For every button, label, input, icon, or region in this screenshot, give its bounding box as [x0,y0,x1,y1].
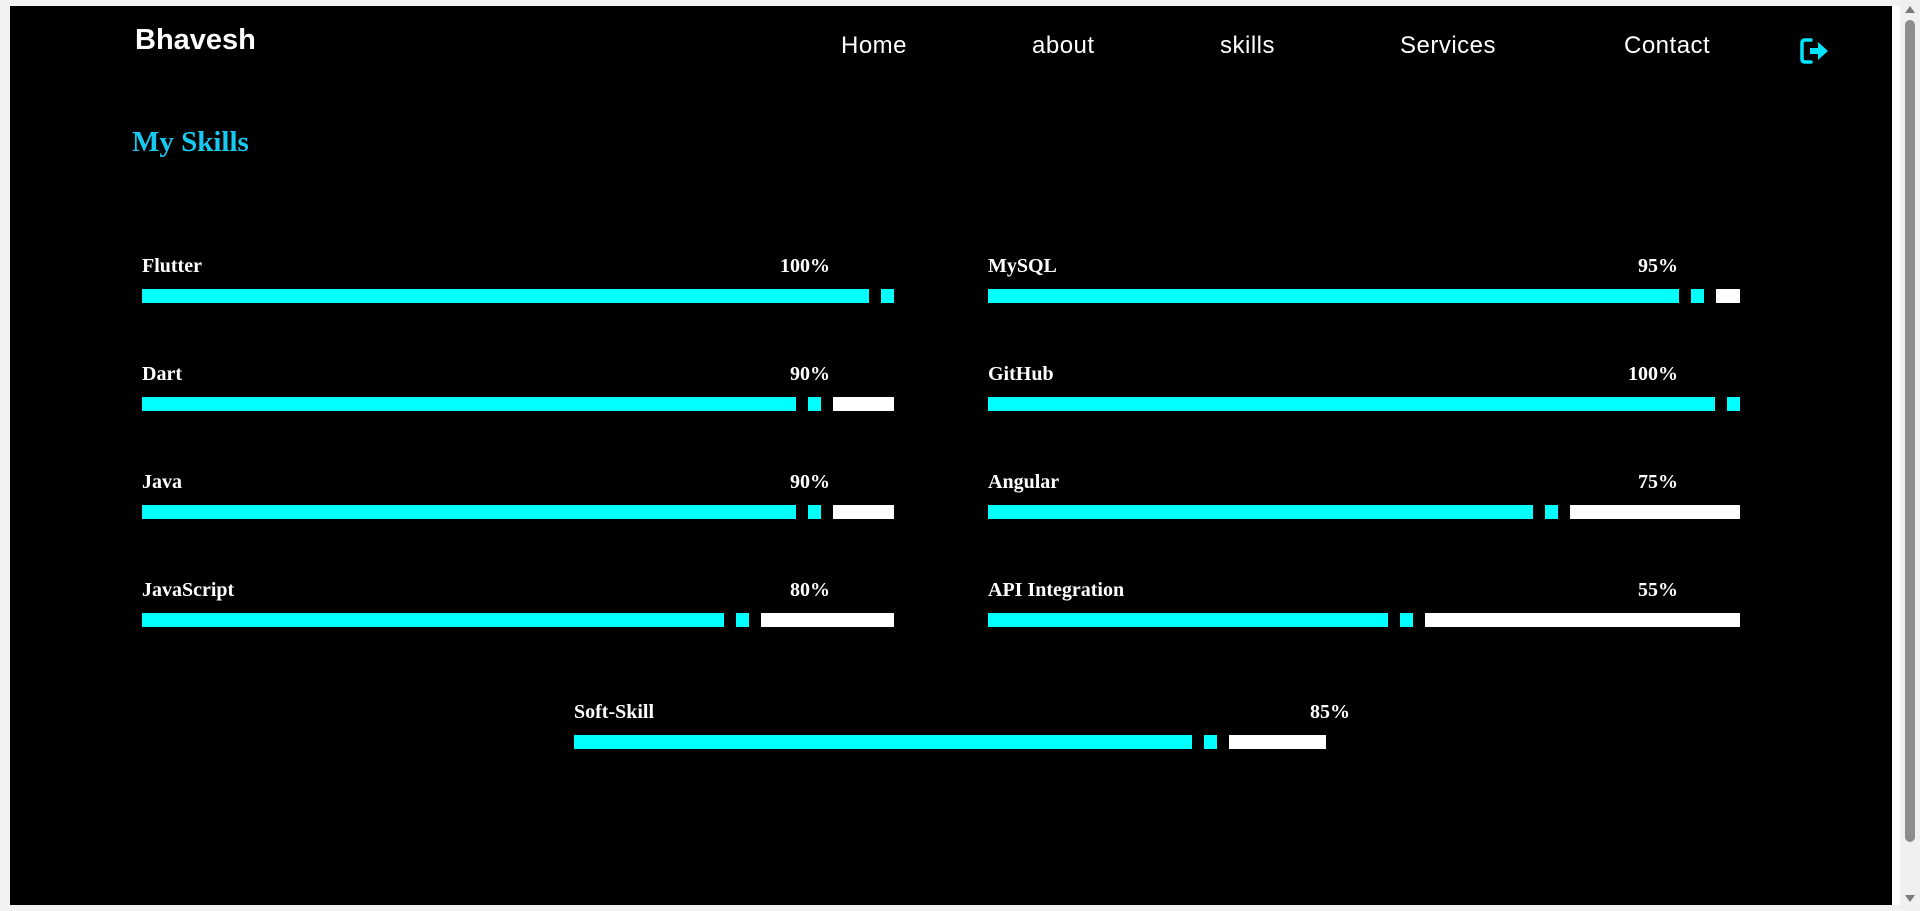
skill-api-integration: API Integration 55% [988,579,1740,643]
skill-name: JavaScript [142,579,235,601]
skill-bar [988,289,1740,303]
skill-percent: 55% [1638,579,1678,601]
skill-name: Soft-Skill [574,701,655,723]
skill-bar [142,505,894,519]
skill-name: Java [142,471,182,493]
skill-bar-remaining [1716,289,1740,303]
skill-bar [142,613,894,627]
skill-percent: 75% [1638,471,1678,493]
skill-bar-knob [1691,289,1704,303]
skill-github: GitHub 100% [988,363,1740,427]
skill-percent: 90% [790,363,830,385]
skill-bar [988,505,1740,519]
skill-mysql: MySQL 95% [988,255,1740,319]
skill-percent: 80% [790,579,830,601]
skill-bar-fill [988,289,1679,303]
skill-bar [142,397,894,411]
skill-bar-remaining [761,613,894,627]
skill-bar-fill [142,505,796,519]
skill-bar-fill [142,397,796,411]
nav-services[interactable]: Services [1400,32,1496,60]
scrollbar-thumb[interactable] [1905,20,1915,842]
skill-java: Java 90% [142,471,894,535]
skill-bar-fill [142,289,869,303]
scroll-down-arrow-icon[interactable] [1905,895,1915,902]
skill-percent: 90% [790,471,830,493]
nav-about[interactable]: about [1032,32,1095,60]
skill-bar-remaining [833,505,894,519]
skill-name: MySQL [988,255,1057,277]
skill-bar-knob [1400,613,1413,627]
skill-percent: 100% [780,255,830,277]
nav-skills[interactable]: skills [1220,32,1275,60]
skill-name: API Integration [988,579,1125,601]
skill-angular: Angular 75% [988,471,1740,535]
skill-bar-remaining [833,397,894,411]
vertical-scrollbar[interactable] [1900,0,1920,911]
skill-percent: 100% [1628,363,1678,385]
skill-bar-knob [1545,505,1558,519]
nav-contact[interactable]: Contact [1624,32,1710,60]
skill-bar-knob [1204,735,1217,749]
skill-flutter: Flutter 100% [142,255,894,319]
nav-home[interactable]: Home [841,32,907,60]
window-edge-bottom [0,905,1900,911]
skill-bar [142,289,894,303]
section-title: My Skills [132,126,249,158]
skill-bar [988,397,1740,411]
skill-dart: Dart 90% [142,363,894,427]
skill-bar-knob [881,289,894,303]
skill-bar-knob [1727,397,1740,411]
skill-name: Angular [988,471,1060,493]
skill-name: Dart [142,363,182,385]
skill-bar-fill [988,397,1715,411]
skill-bar-fill [142,613,724,627]
skill-percent: 85% [1310,701,1350,723]
skill-bar-fill [574,735,1192,749]
skill-name: GitHub [988,363,1054,385]
skill-javascript: JavaScript 80% [142,579,894,643]
skill-bar-remaining [1425,613,1740,627]
skill-bar-fill [988,505,1533,519]
skill-name: Flutter [142,255,202,277]
skill-bar-fill [988,613,1388,627]
logout-icon[interactable] [1799,36,1831,66]
page-viewport: Bhavesh Home about skills Services Conta… [10,6,1892,905]
skill-soft-skill: Soft-Skill 85% [574,701,1350,765]
scroll-up-arrow-icon[interactable] [1905,6,1915,13]
skill-bar-knob [736,613,749,627]
skill-bar-remaining [1229,735,1326,749]
skill-percent: 95% [1638,255,1678,277]
site-logo[interactable]: Bhavesh [135,24,256,57]
window-edge-left [0,0,10,911]
skill-bar [574,735,1326,749]
skill-bar-knob [808,397,821,411]
skill-bar [988,613,1740,627]
skill-bar-remaining [1570,505,1740,519]
skill-bar-knob [808,505,821,519]
